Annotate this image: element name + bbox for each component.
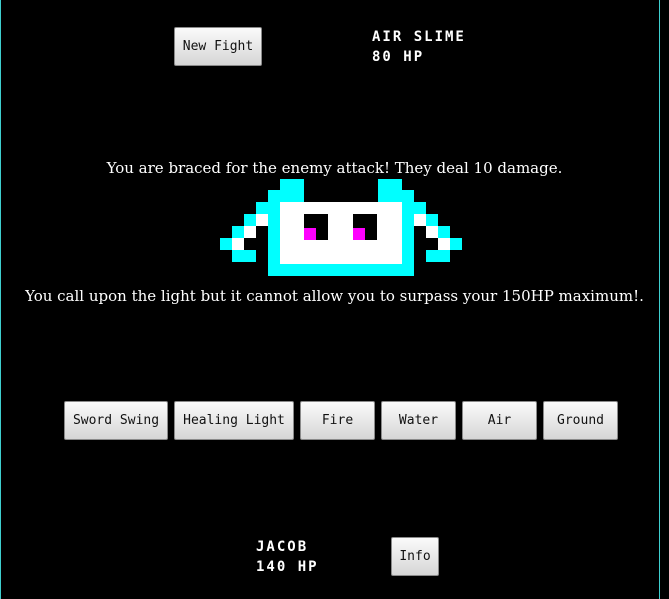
enemy-hp: 80 HP bbox=[372, 49, 425, 65]
sprite-arm-right-segment bbox=[426, 250, 450, 262]
sprite-arm-right-highlight bbox=[426, 226, 438, 238]
air-button[interactable]: Air bbox=[462, 401, 537, 440]
sprite-arm-left-highlight bbox=[232, 238, 244, 250]
sprite-arm-right-segment bbox=[402, 202, 426, 214]
sprite-pupil-left bbox=[304, 228, 316, 240]
sprite-antenna-right bbox=[378, 179, 402, 202]
sprite-arm-right-highlight bbox=[414, 214, 426, 226]
info-button[interactable]: Info bbox=[391, 537, 439, 576]
enemy-attack-message: You are braced for the enemy attack! The… bbox=[106, 159, 563, 177]
player-hp: 140 HP bbox=[256, 559, 319, 575]
sprite-arm-right-highlight bbox=[438, 238, 450, 250]
sprite-antenna-right-tip bbox=[402, 190, 414, 202]
new-fight-button[interactable]: New Fight bbox=[174, 27, 262, 66]
air-slime-sprite bbox=[220, 179, 462, 276]
sprite-antenna-left-tip bbox=[268, 190, 280, 202]
water-button[interactable]: Water bbox=[381, 401, 456, 440]
sprite-arm-left-segment bbox=[232, 250, 256, 262]
healing-light-button[interactable]: Healing Light bbox=[174, 401, 294, 440]
sprite-arm-left-highlight bbox=[256, 214, 268, 226]
fire-button[interactable]: Fire bbox=[300, 401, 375, 440]
sword-swing-button[interactable]: Sword Swing bbox=[64, 401, 168, 440]
sprite-arm-left-highlight bbox=[244, 226, 256, 238]
enemy-name: AIR SLIME bbox=[372, 29, 466, 45]
sprite-body bbox=[280, 202, 402, 264]
ground-button[interactable]: Ground bbox=[543, 401, 618, 440]
player-action-message: You call upon the light but it cannot al… bbox=[25, 287, 644, 305]
sprite-antenna-left bbox=[280, 179, 304, 202]
sprite-arm-left-segment bbox=[256, 202, 280, 214]
player-name: JACOB bbox=[256, 539, 309, 555]
sprite-pupil-right bbox=[353, 228, 365, 240]
